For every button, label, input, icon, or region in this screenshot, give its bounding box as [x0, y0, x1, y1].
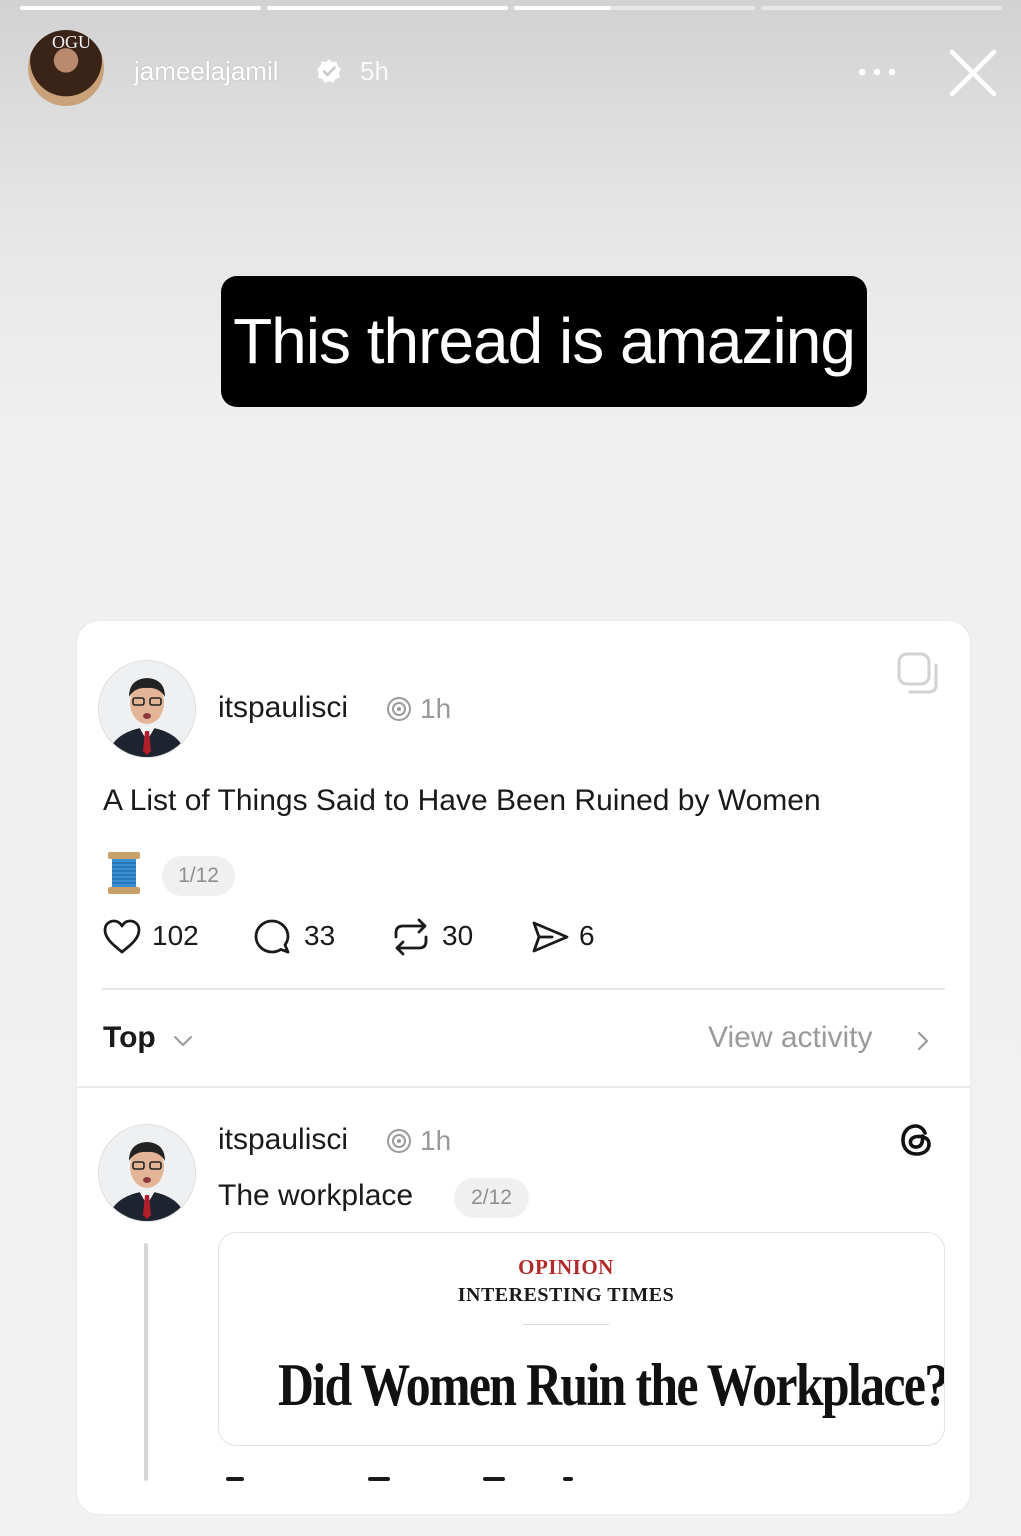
story-progress-segment — [761, 6, 1002, 10]
divider — [102, 988, 945, 990]
story-header: OGU jameelajamil 5h — [28, 30, 998, 110]
threads-post-card: itspaulisci 1h A List of Things Said to … — [77, 621, 970, 1514]
post-text: A List of Things Said to Have Been Ruine… — [103, 784, 821, 817]
repost-count: 30 — [442, 920, 474, 951]
post-time: 1h — [420, 693, 452, 724]
post-author-avatar[interactable] — [98, 660, 196, 758]
cutoff-action-row — [218, 1473, 638, 1483]
like-count: 102 — [152, 920, 199, 951]
close-icon[interactable] — [948, 48, 998, 98]
divider — [77, 1086, 970, 1088]
story-username[interactable]: jameelajamil — [134, 56, 279, 87]
copy-icon[interactable] — [896, 651, 942, 697]
repost-icon — [394, 918, 428, 956]
more-options-icon[interactable] — [858, 68, 896, 76]
story-progress-segment — [514, 6, 755, 10]
story-progress-bars — [20, 6, 1002, 11]
article-headline: Did Women Ruin the Workplace? — [277, 1352, 945, 1418]
article-column-label: INTERESTING TIMES — [457, 1284, 675, 1306]
thread-spool-icon — [108, 852, 140, 894]
thread-counter-badge: 2/12 — [454, 1178, 529, 1218]
story-progress-segment — [20, 6, 261, 10]
article-section-label: OPINION — [518, 1255, 614, 1279]
comment-count: 33 — [304, 920, 336, 951]
reply-text: The workplace — [218, 1179, 414, 1212]
comment-icon — [254, 919, 290, 954]
sort-dropdown-label[interactable]: Top — [103, 1021, 156, 1055]
reply-time: 1h — [420, 1125, 452, 1156]
threads-app-icon — [387, 1129, 411, 1153]
avatar-portrait — [99, 661, 195, 757]
avatar-magazine-text: OGU — [52, 32, 91, 52]
heart-icon — [103, 919, 141, 954]
article-divider — [523, 1324, 609, 1325]
view-activity-link[interactable]: View activity — [708, 1021, 873, 1055]
avatar-portrait — [99, 1125, 195, 1221]
threads-app-icon — [387, 697, 411, 721]
share-icon — [532, 921, 569, 953]
story-caption-sticker: This thread is amazing — [221, 276, 867, 407]
threads-logo-icon[interactable] — [897, 1120, 937, 1160]
post-author-username[interactable]: itspaulisci — [218, 691, 348, 725]
story-avatar[interactable]: OGU — [28, 30, 104, 106]
story-progress-segment — [267, 6, 508, 10]
share-count: 6 — [579, 920, 595, 951]
chevron-right-icon[interactable] — [911, 1026, 935, 1056]
story-time: 5h — [360, 56, 389, 86]
article-preview-card[interactable]: OPINION INTERESTING TIMES Did Women Ruin… — [218, 1232, 945, 1446]
thread-connector-line — [144, 1243, 148, 1481]
thread-counter-badge: 1/12 — [162, 856, 235, 896]
verified-badge-icon — [317, 59, 341, 83]
reply-author-avatar[interactable] — [98, 1124, 196, 1222]
chevron-down-icon[interactable] — [171, 1029, 195, 1053]
reply-author-username[interactable]: itspaulisci — [218, 1123, 348, 1157]
